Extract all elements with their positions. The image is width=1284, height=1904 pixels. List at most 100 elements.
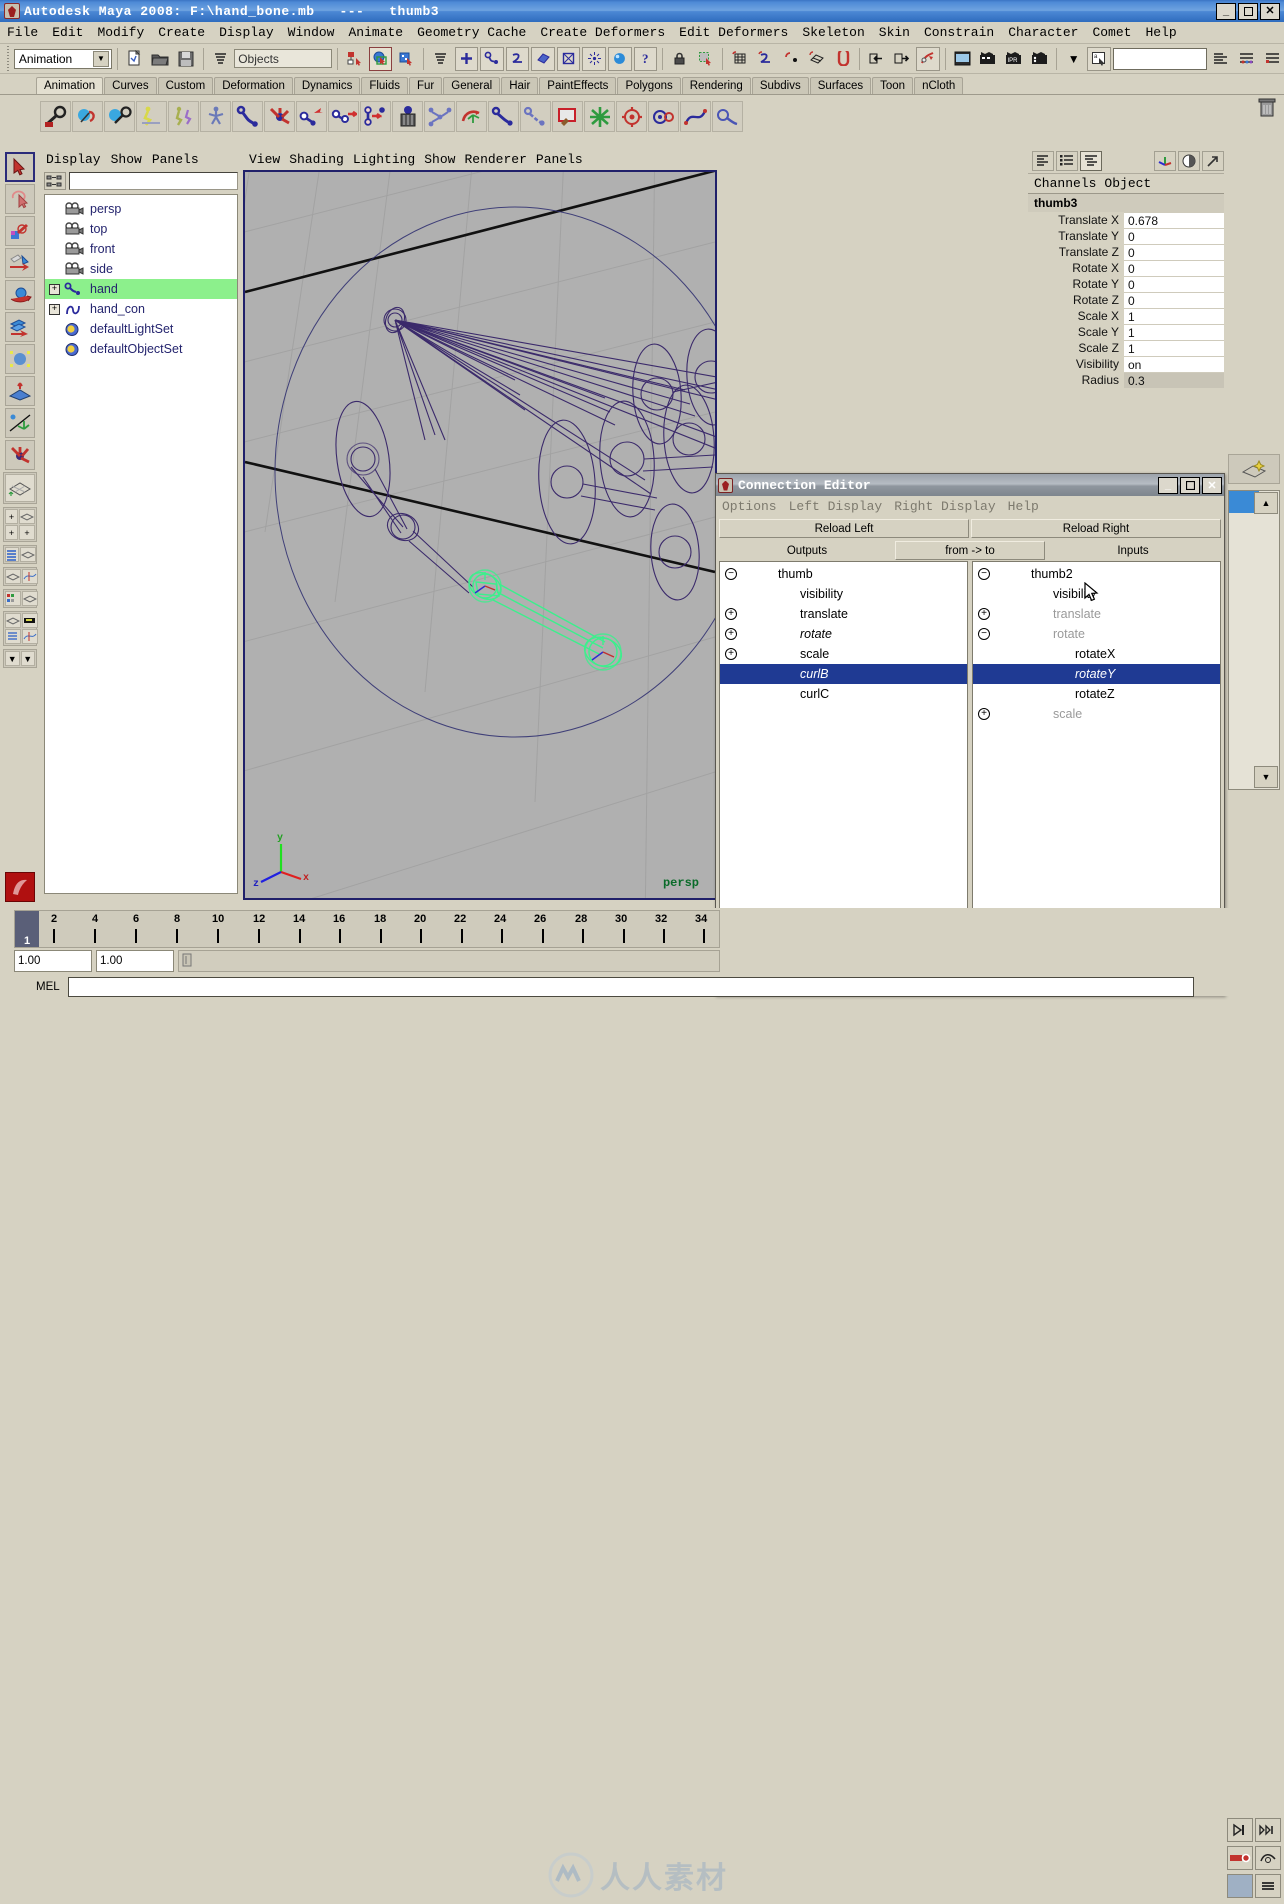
menu-window[interactable]: Window [281, 23, 342, 42]
wire-tool-icon[interactable] [680, 101, 711, 132]
list-item[interactable]: − thumb2 [973, 564, 1220, 584]
playback-step-icon[interactable] [1255, 1818, 1281, 1842]
mask-joints-icon[interactable] [480, 46, 504, 71]
menu-create[interactable]: Create [151, 23, 212, 42]
close-button[interactable]: ✕ [1260, 2, 1280, 20]
list-item[interactable]: curlC [720, 684, 967, 704]
script-editor-icon[interactable]: a [1087, 46, 1111, 71]
shelf-tab-animation[interactable]: Animation [36, 77, 104, 94]
shelf-tab-painteffects[interactable]: PaintEffects [539, 77, 617, 94]
remove-joint-icon[interactable] [360, 101, 391, 132]
ipr-render-icon[interactable]: IPR [1001, 46, 1026, 71]
expand-icon[interactable]: + [720, 628, 742, 640]
shelf-tab-deformation[interactable]: Deformation [214, 77, 293, 94]
range-slider-bar[interactable] [178, 950, 720, 972]
rotate-tool-icon[interactable] [5, 280, 35, 310]
layout-graph2-icon[interactable] [22, 629, 38, 644]
ik-handle-tool-icon[interactable] [136, 101, 167, 132]
menu-character[interactable]: Character [1001, 23, 1085, 42]
magnet-icon[interactable] [830, 46, 854, 71]
layout-persp3-icon[interactable] [22, 591, 38, 606]
output-connection-icon[interactable] [890, 46, 915, 71]
layout-persp4-icon[interactable] [5, 613, 21, 628]
layout-persp-icon[interactable] [20, 547, 36, 562]
reroot-skeleton-icon[interactable] [328, 101, 359, 132]
outliner-item-default-light-set[interactable]: defaultLightSet [45, 319, 237, 339]
outliner-menu-show[interactable]: Show [111, 152, 142, 167]
outliner-menu-panels[interactable]: Panels [152, 152, 199, 167]
render-settings-icon[interactable] [1178, 150, 1200, 171]
layout-quad-tl-icon[interactable]: + [5, 509, 18, 524]
channel-value[interactable]: 1 [1124, 308, 1224, 324]
auto-key-icon[interactable] [1227, 1846, 1253, 1870]
channel-value[interactable]: 0 [1124, 292, 1224, 308]
layout-outliner-persp[interactable] [3, 545, 37, 564]
layout-quad-tr-icon[interactable] [19, 509, 35, 524]
toolbar-grip[interactable] [4, 45, 12, 72]
layout-outliner-icon[interactable] [5, 547, 19, 562]
channel-value[interactable]: 1 [1124, 324, 1224, 340]
sculpt-icon[interactable] [712, 101, 743, 132]
maximize-button[interactable] [1180, 476, 1200, 494]
soft-modification-icon[interactable] [5, 376, 35, 406]
list-item[interactable]: front [45, 239, 237, 259]
shelf-tab-polygons[interactable]: Polygons [617, 77, 681, 94]
expand-icon[interactable] [1202, 150, 1224, 171]
save-scene-icon[interactable] [174, 46, 198, 71]
channel-row[interactable]: Translate Z 0 [1028, 244, 1224, 260]
list-item[interactable]: persp [45, 199, 237, 219]
new-layer-icon[interactable] [1228, 454, 1280, 484]
channel-value[interactable]: 0.678 [1124, 212, 1224, 228]
menu-create-deformers[interactable]: Create Deformers [533, 23, 672, 42]
lock-icon[interactable] [668, 46, 692, 71]
channel-row[interactable]: Translate Y 0 [1028, 228, 1224, 244]
full-body-ik-icon[interactable] [200, 101, 231, 132]
channel-value[interactable]: 1 [1124, 340, 1224, 356]
layout-hypershade-icon[interactable] [5, 591, 21, 606]
ik-spline-handle-icon[interactable] [168, 101, 199, 132]
channel-value[interactable]: 0 [1124, 244, 1224, 260]
snap-to-view-plane-icon[interactable] [804, 46, 829, 71]
list-item[interactable]: + translate [973, 604, 1220, 624]
component-mask-menu-icon[interactable] [429, 46, 453, 71]
menu-modify[interactable]: Modify [90, 23, 151, 42]
sidebar-tool-settings-icon[interactable] [1234, 46, 1259, 71]
shelf-tab-fur[interactable]: Fur [409, 77, 443, 94]
current-time-indicator[interactable]: 1 [15, 911, 39, 947]
layout-single-perspective[interactable] [3, 472, 37, 504]
layout-quad-bl-icon[interactable]: + [5, 525, 18, 540]
outliner-filter-icon[interactable] [44, 172, 66, 190]
chevron-down-icon[interactable]: ▼ [1061, 46, 1086, 71]
shelf-tab-curves[interactable]: Curves [104, 77, 157, 94]
render-current-frame-icon[interactable] [976, 46, 1000, 71]
maximize-button[interactable] [1238, 2, 1258, 20]
outliner-menu-display[interactable]: Display [46, 152, 101, 167]
channel-menu-object[interactable]: Object [1104, 176, 1151, 191]
open-scene-icon[interactable] [148, 46, 173, 71]
list-item[interactable]: − thumb [720, 564, 967, 584]
selection-mask-field[interactable]: Objects [234, 49, 333, 68]
highlight-selection-icon[interactable] [693, 46, 718, 71]
new-scene-icon[interactable] [122, 46, 147, 71]
reload-right-button[interactable]: Reload Right [971, 519, 1221, 538]
channel-row[interactable]: Scale X 1 [1028, 308, 1224, 324]
scroll-down-button[interactable]: ▼ [1254, 766, 1278, 788]
list-item[interactable]: visibility [720, 584, 967, 604]
move-tool-icon[interactable] [5, 248, 35, 278]
layout-hypershade-persp[interactable] [3, 589, 38, 608]
layout-dope-sheet-icon[interactable] [22, 613, 38, 628]
shelf-tab-toon[interactable]: Toon [872, 77, 914, 94]
list-item[interactable]: rotateZ [973, 684, 1220, 704]
expand-toggle[interactable]: + [49, 283, 60, 295]
viewport-menu-lighting[interactable]: Lighting [353, 152, 415, 167]
expand-toggle[interactable]: + [49, 303, 60, 315]
input-connection-icon[interactable] [864, 46, 889, 71]
list-item-selected[interactable]: rotateY [973, 664, 1220, 684]
numeric-input-field[interactable] [1113, 47, 1208, 70]
minimize-button[interactable]: _ [1216, 2, 1236, 20]
bind-skin-icon[interactable] [488, 101, 519, 132]
outliner-item-default-object-set[interactable]: defaultObjectSet [45, 339, 237, 359]
mel-input[interactable] [67, 977, 1194, 997]
chevron-down-icon[interactable]: ▼ [93, 50, 109, 67]
menu-geometry-cache[interactable]: Geometry Cache [410, 23, 533, 42]
